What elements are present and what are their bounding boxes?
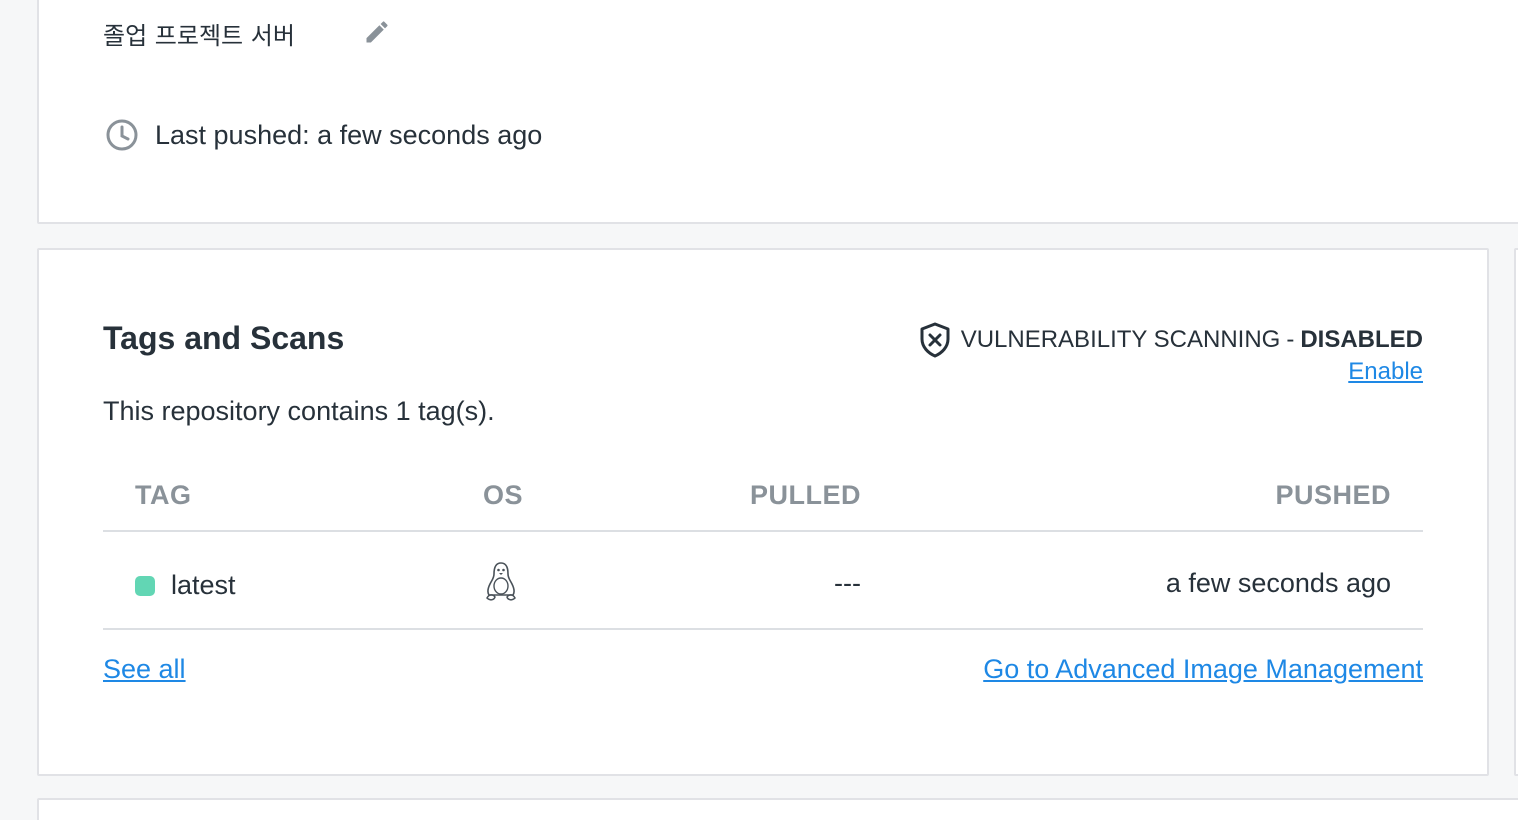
enable-scanning-link[interactable]: Enable (1348, 358, 1423, 386)
section-title: Tags and Scans (103, 320, 345, 356)
scan-label: VULNERABILITY SCANNING (960, 326, 1281, 353)
vulnerability-scanning-status: VULNERABILITY SCANNING - DISABLED (919, 322, 1423, 358)
column-header-pulled: PULLED (750, 480, 861, 510)
repository-description: 졸업 프로젝트 서버 (103, 22, 295, 50)
clock-icon (105, 118, 139, 152)
shield-x-icon (919, 322, 953, 358)
linux-icon (483, 560, 519, 604)
side-panel-card (1514, 248, 1518, 776)
column-header-os: OS (483, 480, 524, 510)
pushed-cell: a few seconds ago (1165, 568, 1391, 598)
column-header-tag: TAG (135, 480, 192, 510)
column-header-pushed: PUSHED (1275, 480, 1391, 510)
edit-description-button[interactable] (361, 18, 393, 50)
table-header: TAG OS PULLED PUSHED (103, 470, 1423, 532)
tag-cell: latest (135, 570, 236, 601)
pulled-cell: --- (834, 568, 861, 598)
next-section-card (37, 798, 1518, 820)
tag-count-text: This repository contains 1 tag(s). (103, 396, 495, 426)
pencil-icon (363, 18, 391, 51)
table-row[interactable]: latest --- a few seconds ago (103, 532, 1423, 630)
advanced-image-management-link[interactable]: Go to Advanced Image Management (983, 654, 1423, 685)
description-row: 졸업 프로젝트 서버 (103, 16, 295, 51)
tag-name[interactable]: latest (171, 570, 236, 601)
see-all-link[interactable]: See all (103, 654, 186, 685)
scan-separator: - (1286, 326, 1295, 353)
scan-status-value: DISABLED (1300, 326, 1423, 353)
last-pushed-text: Last pushed: a few seconds ago (155, 119, 543, 150)
last-pushed-row: Last pushed: a few seconds ago (105, 118, 542, 152)
status-indicator (135, 575, 155, 596)
tags-table: TAG OS PULLED PUSHED latest --- a few se… (103, 470, 1423, 630)
repository-overview-card: 졸업 프로젝트 서버 Last pushed: a few seconds ag… (37, 0, 1518, 224)
tags-and-scans-card: Tags and Scans VULNERABILITY SCANNING - … (37, 248, 1489, 776)
